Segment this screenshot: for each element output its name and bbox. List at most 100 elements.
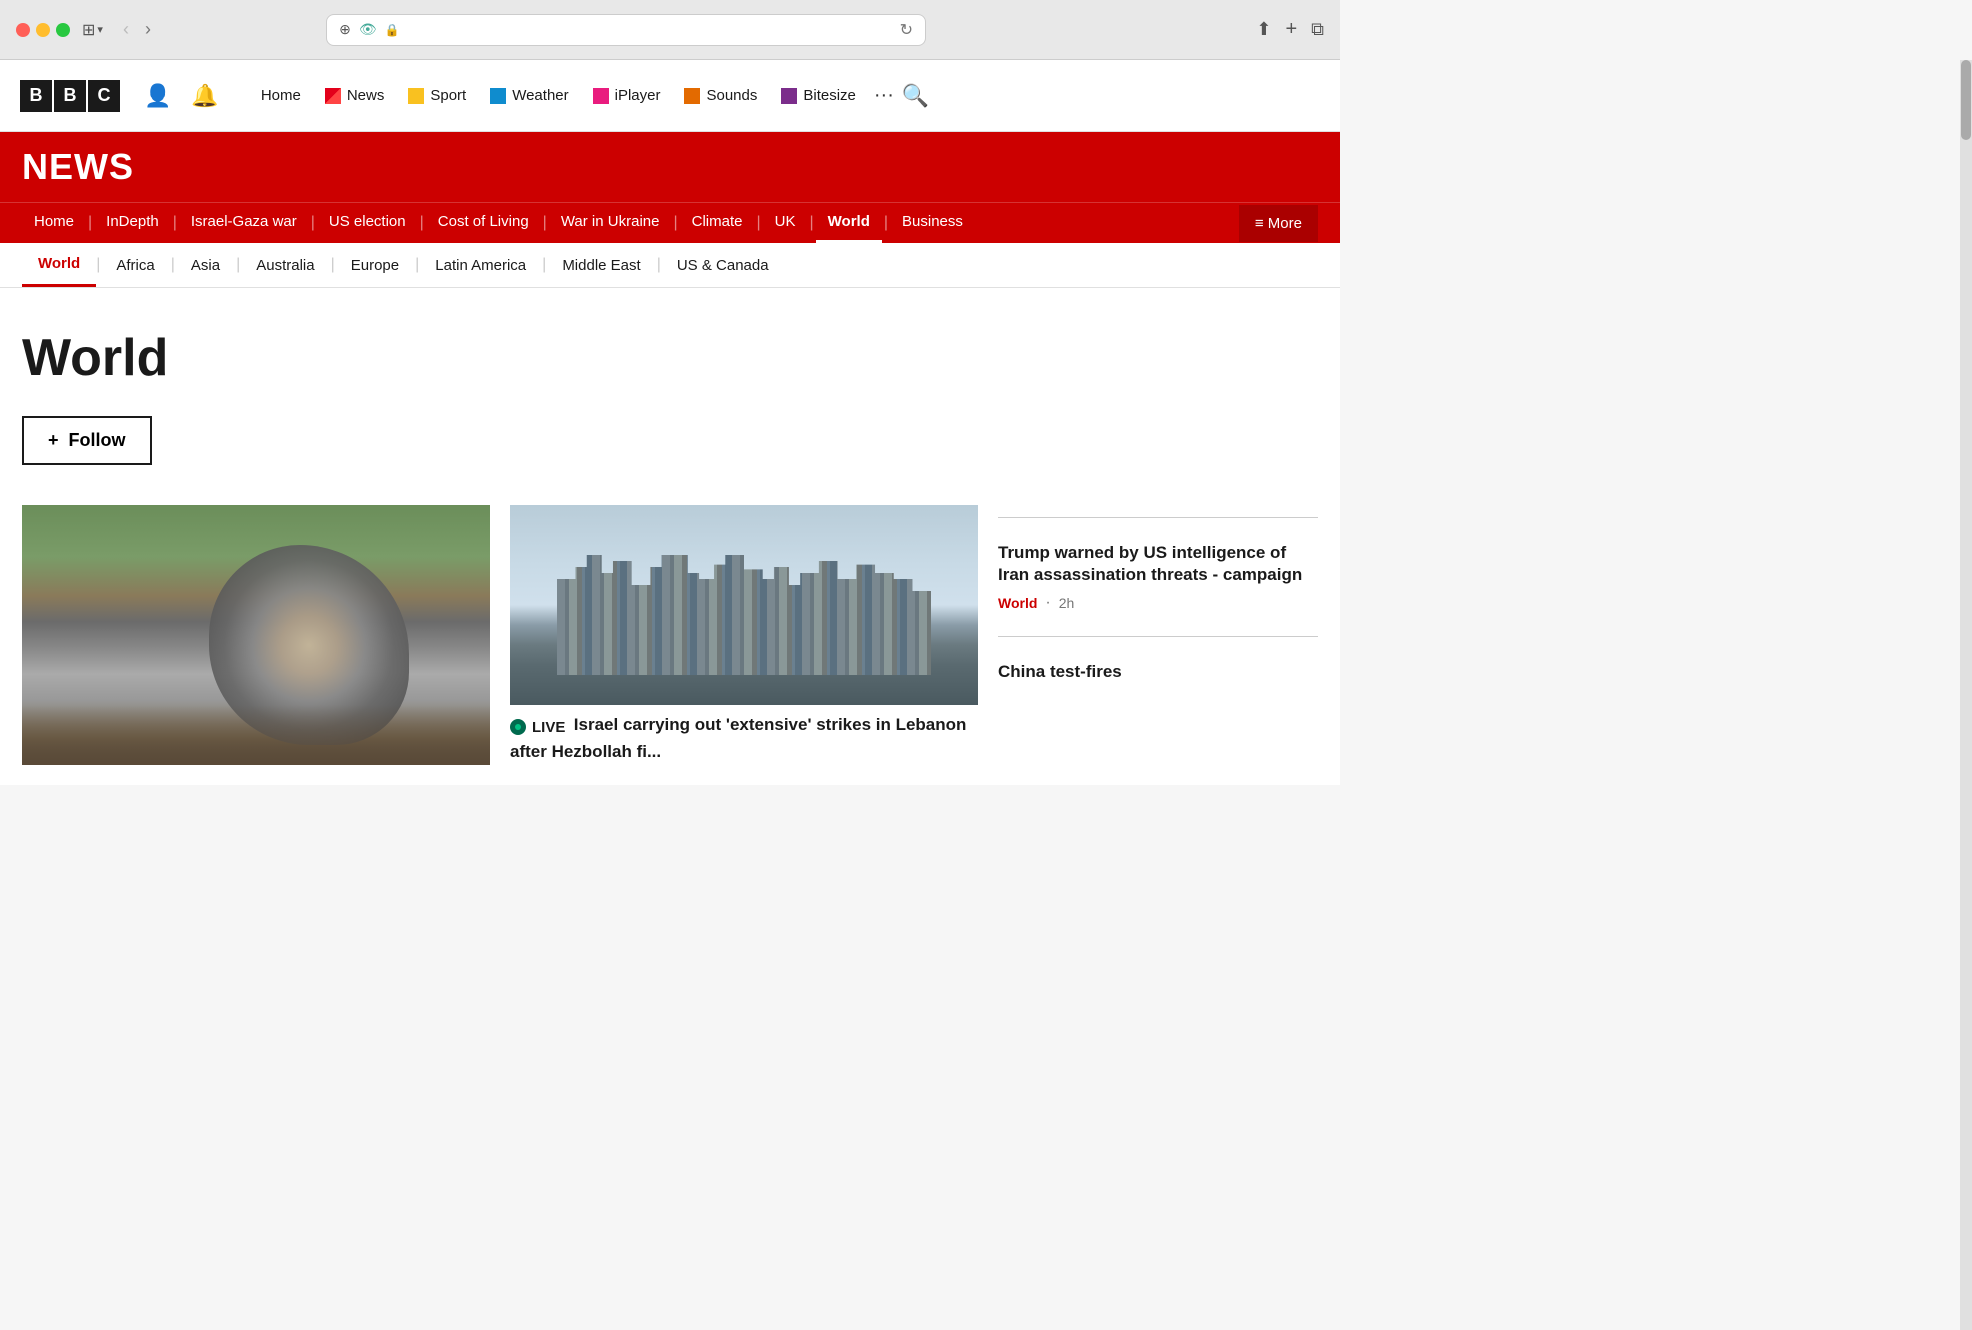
sidebar-toggle-button[interactable]: ⊞ ▾: [82, 20, 103, 40]
sep-1: |: [88, 214, 92, 232]
sub-nav-africa[interactable]: Africa: [100, 245, 170, 286]
news-title: NEWS: [22, 146, 1318, 188]
sub-nav-us-canada[interactable]: US & Canada: [661, 245, 785, 286]
follow-label: Follow: [69, 430, 126, 451]
sidebar-dot-1: ·: [1045, 594, 1050, 612]
sep-3: |: [311, 214, 315, 232]
browser-navigation: ‹ ›: [119, 17, 155, 42]
section-nav-costofliving[interactable]: Cost of Living: [426, 203, 541, 243]
lock-icon: 🔒: [385, 23, 400, 37]
maximize-button[interactable]: [56, 23, 70, 37]
scrollbar[interactable]: [1960, 60, 1972, 1330]
sep-8: |: [809, 214, 813, 232]
sep-5: |: [543, 214, 547, 232]
nav-bitesize[interactable]: Bitesize: [771, 83, 866, 108]
search-button[interactable]: 🔍: [902, 83, 929, 109]
article-secondary[interactable]: LIVE Israel carrying out 'extensive' str…: [510, 505, 978, 762]
notifications-icon[interactable]: 🔔: [191, 83, 218, 109]
new-tab-button[interactable]: +: [1285, 18, 1297, 41]
more-menu-button[interactable]: ···: [874, 84, 894, 107]
sep-2: |: [173, 214, 177, 232]
section-nav-ukraine[interactable]: War in Ukraine: [549, 203, 672, 243]
sidebar-meta-1: World · 2h: [998, 594, 1318, 612]
bbc-logo-b1: B: [20, 80, 52, 112]
top-nav-user-icons: 👤 🔔: [144, 83, 219, 109]
nav-sport[interactable]: Sport: [398, 83, 476, 108]
article-secondary-headline: Israel carrying out 'extensive' strikes …: [510, 715, 966, 761]
sidebar-icon: ⊞: [82, 20, 95, 40]
sub-nav-middle-east[interactable]: Middle East: [546, 245, 656, 286]
chevron-down-icon: ▾: [97, 23, 103, 36]
news-icon: [325, 88, 341, 104]
nav-home[interactable]: Home: [251, 83, 311, 108]
browser-chrome: ⊞ ▾ ‹ › ⊕ 👁 🔒 www.bbc.co.uk/news/world ↻…: [0, 0, 1340, 60]
live-badge: LIVE: [510, 719, 565, 736]
sidebar-article-1[interactable]: Trump warned by US intelligence of Iran …: [998, 530, 1318, 624]
section-nav-more-button[interactable]: ≡ More: [1239, 205, 1318, 242]
sidebar-time-1: 2h: [1059, 595, 1075, 611]
section-nav-uselection[interactable]: US election: [317, 203, 418, 243]
section-nav-business[interactable]: Business: [890, 203, 975, 243]
sep-6: |: [673, 214, 677, 232]
weather-icon: [490, 88, 506, 104]
article-main[interactable]: [22, 505, 490, 765]
bbc-logo[interactable]: B B C: [20, 80, 120, 112]
sub-nav: World | Africa | Asia | Australia | Euro…: [0, 243, 1340, 288]
live-dot-icon: [510, 719, 526, 735]
sidebar-divider-top: [998, 517, 1318, 518]
user-icon[interactable]: 👤: [144, 83, 171, 109]
address-bar[interactable]: ⊕ 👁 🔒 www.bbc.co.uk/news/world ↻: [326, 14, 926, 46]
sidebar-headline-2: China test-fires: [998, 661, 1318, 683]
news-banner: NEWS: [0, 132, 1340, 202]
section-nav-uk[interactable]: UK: [763, 203, 808, 243]
share-button[interactable]: ⬆: [1256, 18, 1271, 41]
nav-iplayer[interactable]: iPlayer: [583, 83, 671, 108]
section-nav: Home | InDepth | Israel-Gaza war | US el…: [0, 202, 1340, 243]
section-nav-climate[interactable]: Climate: [680, 203, 755, 243]
sub-nav-asia[interactable]: Asia: [175, 245, 236, 286]
sidebar-divider-2: [998, 636, 1318, 637]
nav-weather[interactable]: Weather: [480, 83, 578, 108]
section-nav-world[interactable]: World: [816, 203, 882, 243]
sidebar-tag-1: World: [998, 595, 1037, 611]
sub-nav-world[interactable]: World: [22, 243, 96, 287]
browser-actions: ⬆ + ⧉: [1256, 18, 1324, 41]
nav-sounds[interactable]: Sounds: [674, 83, 767, 108]
close-button[interactable]: [16, 23, 30, 37]
sidebar-article-2[interactable]: China test-fires: [998, 649, 1318, 703]
sub-nav-europe[interactable]: Europe: [335, 245, 415, 286]
sub-nav-latin-america[interactable]: Latin America: [419, 245, 542, 286]
sep-4: |: [420, 214, 424, 232]
sep-9: |: [884, 214, 888, 232]
top-nav: B B C 👤 🔔 Home News Sport Weather: [0, 60, 1340, 132]
nav-news[interactable]: News: [315, 83, 395, 108]
top-nav-links: Home News Sport Weather iPlayer Sounds: [251, 83, 929, 109]
section-nav-israel-gaza[interactable]: Israel-Gaza war: [179, 203, 309, 243]
main-content: World + Follow LIVE Israel carrying out …: [0, 288, 1340, 785]
sep-7: |: [756, 214, 760, 232]
section-nav-indepth[interactable]: InDepth: [94, 203, 171, 243]
back-button[interactable]: ‹: [119, 17, 133, 42]
bbc-logo-c: C: [88, 80, 120, 112]
reload-button[interactable]: ↻: [900, 20, 913, 40]
sub-nav-australia[interactable]: Australia: [240, 245, 330, 286]
forward-button[interactable]: ›: [141, 17, 155, 42]
iplayer-icon: [593, 88, 609, 104]
article-secondary-image: [510, 505, 978, 705]
follow-button[interactable]: + Follow: [22, 416, 152, 465]
tabs-button[interactable]: ⧉: [1311, 18, 1324, 41]
minimize-button[interactable]: [36, 23, 50, 37]
plus-icon: +: [48, 430, 59, 451]
page-title: World: [22, 328, 1318, 388]
news-sidebar: Trump warned by US intelligence of Iran …: [998, 505, 1318, 703]
bitesize-icon: [781, 88, 797, 104]
section-nav-home[interactable]: Home: [22, 203, 86, 243]
sounds-icon: [684, 88, 700, 104]
page-icon: ⊕: [339, 21, 351, 38]
bbc-page: B B C 👤 🔔 Home News Sport Weather: [0, 60, 1340, 785]
live-text: LIVE: [532, 719, 565, 736]
sport-icon: [408, 88, 424, 104]
visibility-icon: 👁: [359, 21, 377, 38]
url-input[interactable]: www.bbc.co.uk/news/world: [408, 22, 892, 38]
scrollbar-thumb[interactable]: [1961, 60, 1971, 140]
